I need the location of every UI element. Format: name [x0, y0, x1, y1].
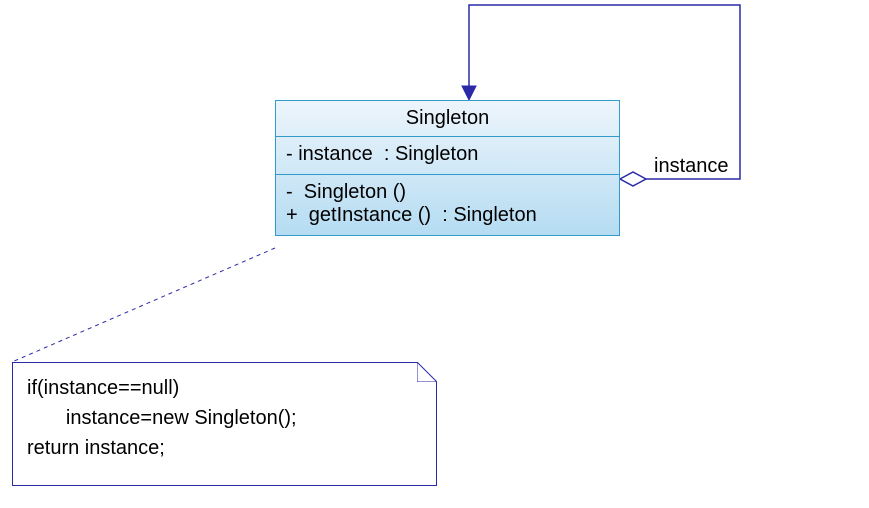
op-vis: -	[286, 181, 293, 203]
op-vis: +	[286, 204, 298, 226]
class-attributes: - instance : Singleton	[276, 137, 619, 175]
aggregation-diamond-icon	[620, 172, 646, 186]
class-name-text: Singleton	[406, 107, 489, 129]
note-fold-icon	[417, 362, 437, 382]
note-line: instance=new Singleton();	[27, 403, 422, 433]
class-name: Singleton	[276, 101, 619, 137]
attr-vis: -	[286, 143, 293, 165]
attribute-row: - instance : Singleton	[286, 143, 609, 166]
uml-class-singleton: Singleton - instance : Singleton - Singl…	[275, 100, 620, 236]
note-line: if(instance==null)	[27, 373, 422, 403]
arrowhead-icon	[462, 86, 476, 100]
op-text: Singleton ()	[298, 181, 406, 203]
uml-note: if(instance==null) instance=new Singleto…	[12, 362, 437, 486]
note-anchor-line	[12, 248, 275, 362]
op-text: getInstance () : Singleton	[303, 204, 536, 226]
association-role-label: instance	[654, 155, 729, 178]
operation-row: - Singleton ()	[286, 181, 609, 204]
class-operations: - Singleton () + getInstance () : Single…	[276, 175, 619, 235]
attr-text: instance : Singleton	[298, 143, 478, 165]
note-line: return instance;	[27, 433, 422, 463]
operation-row: + getInstance () : Singleton	[286, 204, 609, 227]
